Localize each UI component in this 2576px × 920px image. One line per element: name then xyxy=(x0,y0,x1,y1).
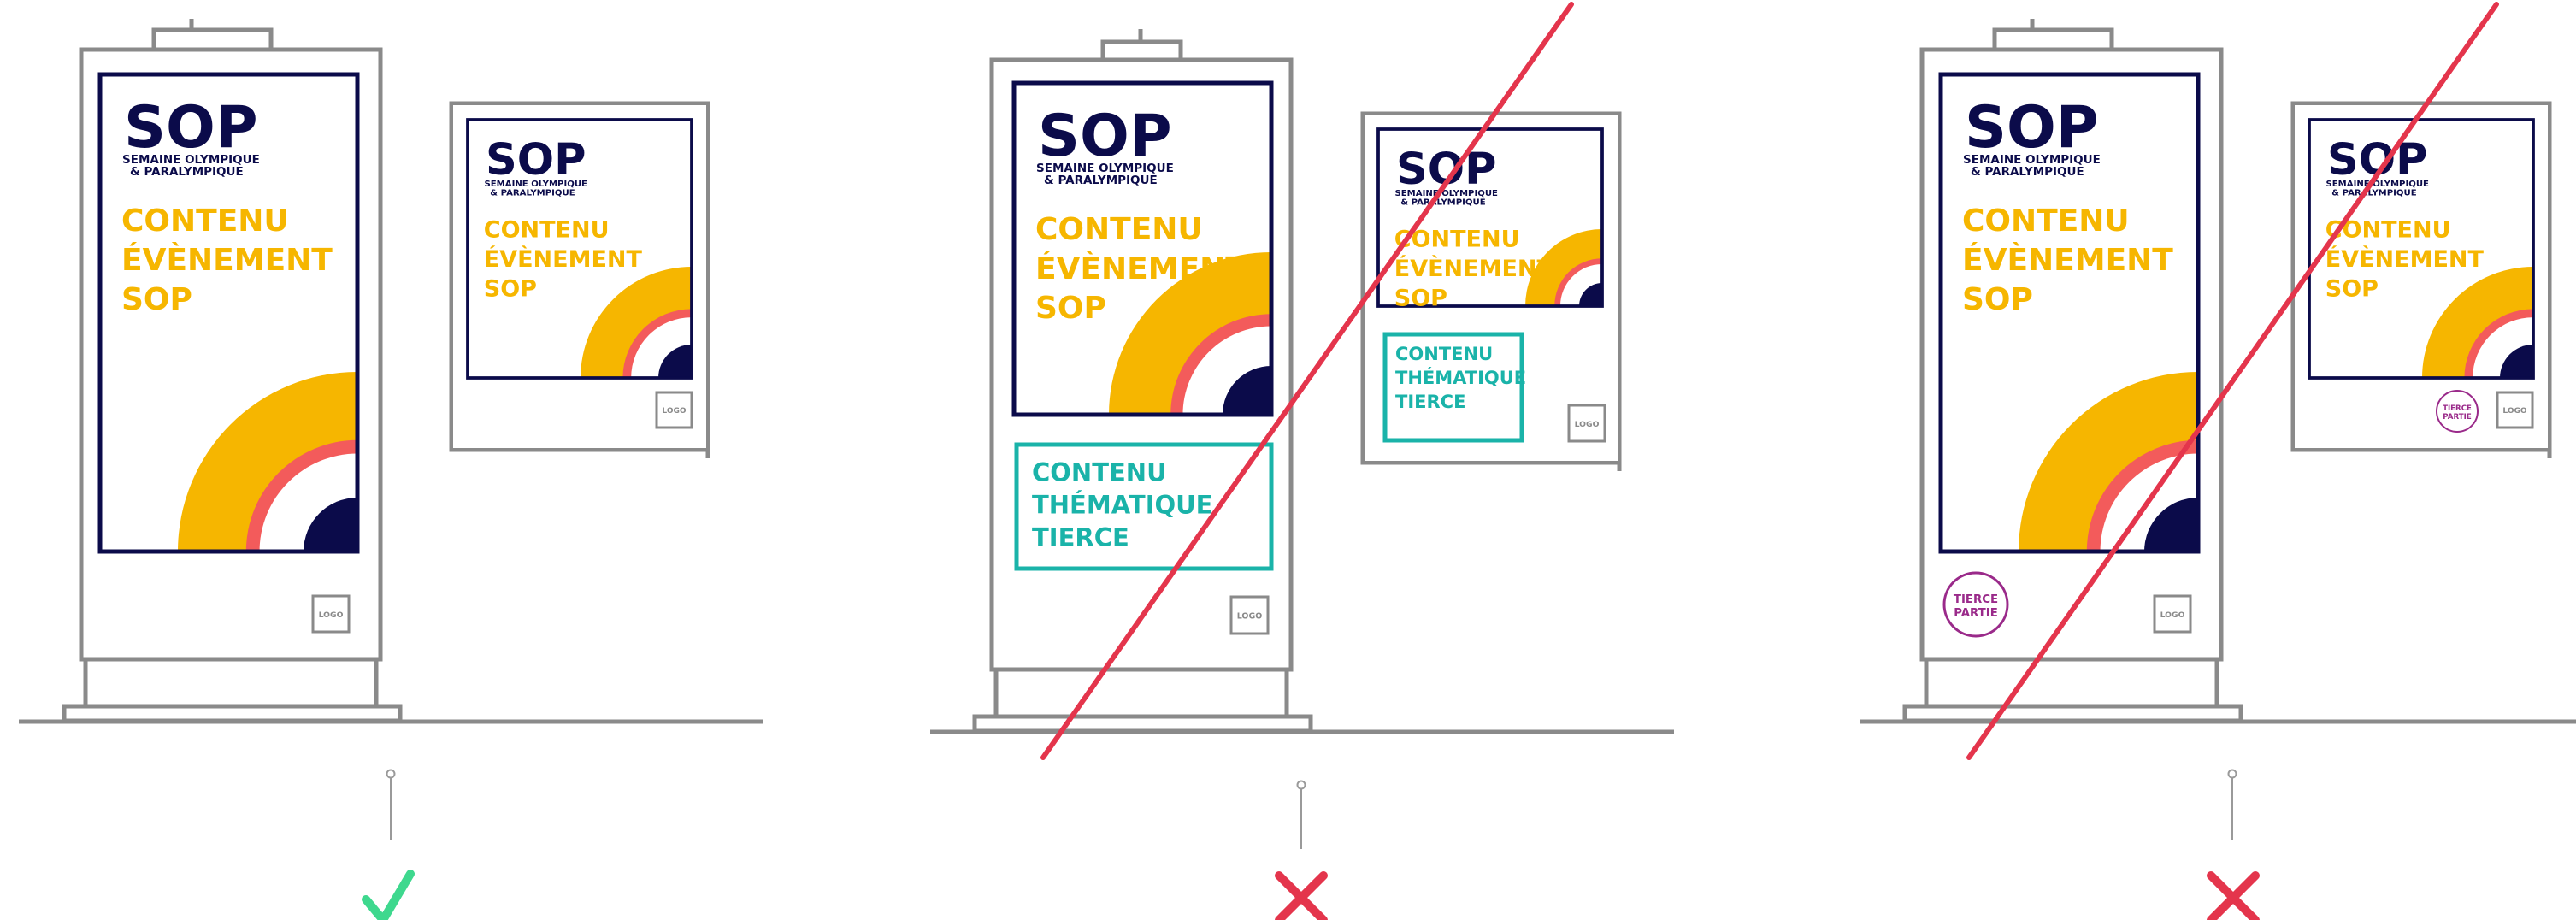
sop-logo-subtitle-1: SEMAINE OLYMPIQUE xyxy=(2326,180,2430,189)
sop-logo-subtitle-2: & PARALYMPIQUE xyxy=(490,189,575,198)
panel-incorrect-third-party: SOPSEMAINE OLYMPIQUE& PARALYMPIQUECONTEN… xyxy=(1860,2,2576,920)
totem-base xyxy=(972,714,1313,734)
third-party-line-2: PARTIE xyxy=(1954,607,1998,620)
event-content-line-2: ÉVÈNEMENT xyxy=(2325,245,2485,273)
connector-dot xyxy=(1296,780,1306,790)
third-party-line-1: TIERCE xyxy=(2443,404,2472,413)
panel-correct: SOPSEMAINE OLYMPIQUE& PARALYMPIQUECONTEN… xyxy=(19,19,763,920)
event-content-line-2: ÉVÈNEMENT xyxy=(1394,255,1553,282)
logo-label: LOGO xyxy=(2160,610,2185,620)
logo-label: LOGO xyxy=(662,407,686,416)
logo-label: LOGO xyxy=(319,610,344,620)
cross-icon xyxy=(2207,871,2260,920)
event-content-line-3: SOP xyxy=(2325,275,2379,302)
event-content-line-3: SOP xyxy=(1394,285,1447,311)
totem-cap xyxy=(151,19,274,50)
totem-stand xyxy=(83,659,379,706)
sop-logo: SOP xyxy=(1038,103,1172,170)
third-party-line-2: PARTIE xyxy=(2443,413,2472,422)
event-content-line-2: ÉVÈNEMENT xyxy=(1962,242,2173,278)
event-content-line-2: ÉVÈNEMENT xyxy=(1035,251,1247,286)
sop-logo-subtitle-2: & PARALYMPIQUE xyxy=(1971,165,2084,179)
panel-incorrect-thematic: SOPSEMAINE OLYMPIQUE& PARALYMPIQUECONTEN… xyxy=(930,2,1674,920)
logo-label: LOGO xyxy=(1237,611,1263,621)
sop-logo: SOP xyxy=(124,94,258,162)
event-content-line-2: ÉVÈNEMENT xyxy=(121,242,333,278)
event-content-line-1: CONTENU xyxy=(121,203,289,239)
thematic-line-3: TIERCE xyxy=(1032,523,1129,552)
totem-cap xyxy=(1100,29,1183,60)
sop-logo-subtitle-1: SEMAINE OLYMPIQUE xyxy=(1395,189,1499,198)
sop-logo-subtitle-1: SEMAINE OLYMPIQUE xyxy=(485,180,588,189)
event-content-line-1: CONTENU xyxy=(1035,212,1203,247)
third-party-line-1: TIERCE xyxy=(1954,593,1998,606)
sop-logo-subtitle-2: & PARALYMPIQUE xyxy=(130,165,244,179)
signage-guidelines-diagram: SOPSEMAINE OLYMPIQUE& PARALYMPIQUECONTEN… xyxy=(19,2,2576,920)
connector-dot xyxy=(2227,769,2237,779)
totem-stand xyxy=(1924,659,2219,706)
event-content-line-1: CONTENU xyxy=(1962,203,2130,239)
event-content-line-2: ÉVÈNEMENT xyxy=(484,245,643,273)
event-content-line-3: SOP xyxy=(1035,291,1106,326)
sop-logo-subtitle-2: & PARALYMPIQUE xyxy=(1044,174,1158,187)
event-content-line-3: SOP xyxy=(484,275,537,302)
thematic-line-2: THÉMATIQUE xyxy=(1032,491,1213,520)
event-content-line-1: CONTENU xyxy=(484,216,610,243)
sop-logo-subtitle-2: & PARALYMPIQUE xyxy=(2331,189,2416,198)
thematic-line-2: THÉMATIQUE xyxy=(1395,367,1526,388)
connector-dot xyxy=(386,769,396,779)
cross-icon xyxy=(1275,871,1328,920)
totem-base xyxy=(1902,704,2243,723)
thematic-line-1: CONTENU xyxy=(1395,344,1493,364)
sop-logo: SOP xyxy=(486,135,586,186)
totem-base xyxy=(62,704,403,723)
thematic-line-1: CONTENU xyxy=(1032,458,1167,487)
sop-logo: SOP xyxy=(1396,144,1496,195)
sop-logo: SOP xyxy=(1965,94,2099,162)
logo-label: LOGO xyxy=(2502,407,2526,416)
logo-label: LOGO xyxy=(1575,420,1600,429)
event-content-line-3: SOP xyxy=(121,282,192,317)
check-icon xyxy=(362,870,415,920)
sop-logo-subtitle-2: & PARALYMPIQUE xyxy=(1400,198,1485,208)
thematic-line-3: TIERCE xyxy=(1395,392,1465,412)
totem-cap xyxy=(1992,19,2114,50)
event-content-line-3: SOP xyxy=(1962,282,2033,317)
totem-stand xyxy=(993,669,1289,717)
